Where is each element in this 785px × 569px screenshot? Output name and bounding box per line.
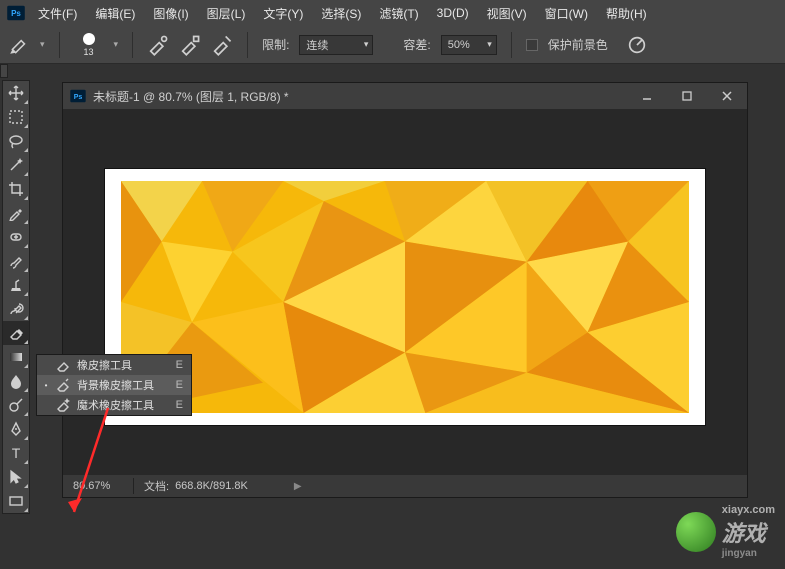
eraser-tool[interactable] <box>3 321 29 345</box>
menu-layer[interactable]: 图层(L) <box>199 2 254 25</box>
menu-file[interactable]: 文件(F) <box>30 2 85 25</box>
status-flyout-arrow-icon[interactable]: ▶ <box>294 481 302 492</box>
svg-text:T: T <box>12 445 21 461</box>
document-window: Ps 未标题-1 @ 80.7% (图层 1, RGB/8) * <box>62 82 748 498</box>
type-tool[interactable]: T <box>3 441 29 465</box>
marquee-tool[interactable] <box>3 105 29 129</box>
flyout-item-background-eraser[interactable]: • 背景橡皮擦工具 E <box>37 375 191 395</box>
menu-window[interactable]: 窗口(W) <box>537 2 596 25</box>
panel-dock-strip[interactable] <box>0 64 8 78</box>
blur-tool[interactable] <box>3 369 29 393</box>
gradient-tool[interactable] <box>3 345 29 369</box>
status-doc-label: 文档: <box>144 478 169 494</box>
pen-tool[interactable] <box>3 417 29 441</box>
move-tool[interactable] <box>3 81 29 105</box>
flyout-label: 背景橡皮擦工具 <box>77 377 170 393</box>
watermark: xiayx.com 游戏 jingyan <box>676 504 775 559</box>
background-eraser-icon <box>55 377 71 393</box>
svg-text:Ps: Ps <box>11 9 21 18</box>
options-bar: ▾ 13 ▾ 限制: 连续 容差: 50% 保护前景色 <box>0 26 785 64</box>
flyout-label: 魔术橡皮擦工具 <box>77 397 170 413</box>
flyout-active-dot: • <box>43 381 49 390</box>
artwork-image <box>121 181 689 413</box>
limit-dropdown[interactable]: 连续 <box>299 35 373 55</box>
flyout-label: 橡皮擦工具 <box>77 357 170 373</box>
brush-tool[interactable] <box>3 249 29 273</box>
status-zoom[interactable]: 80.67% <box>63 480 133 492</box>
flyout-shortcut: E <box>176 399 183 411</box>
menu-image[interactable]: 图像(I) <box>145 2 196 25</box>
current-tool-icon[interactable] <box>8 34 30 56</box>
svg-text:Ps: Ps <box>74 94 83 101</box>
document-title: 未标题-1 @ 80.7% (图层 1, RGB/8) * <box>93 88 627 105</box>
lasso-tool[interactable] <box>3 129 29 153</box>
flyout-shortcut: E <box>176 359 183 371</box>
sampling-once-icon[interactable] <box>179 34 201 56</box>
watermark-ball-icon <box>676 512 716 552</box>
brush-preset-picker[interactable]: 13 <box>74 30 104 60</box>
window-close-button[interactable] <box>707 83 747 109</box>
clone-stamp-tool[interactable] <box>3 273 29 297</box>
limit-label: 限制: <box>262 36 289 53</box>
path-selection-tool[interactable] <box>3 465 29 489</box>
flyout-item-eraser[interactable]: 橡皮擦工具 E <box>37 355 191 375</box>
window-minimize-button[interactable] <box>627 83 667 109</box>
menu-help[interactable]: 帮助(H) <box>598 2 655 25</box>
rectangle-tool[interactable] <box>3 489 29 513</box>
dodge-tool[interactable] <box>3 393 29 417</box>
history-brush-tool[interactable] <box>3 297 29 321</box>
tolerance-input[interactable]: 50% <box>441 35 497 55</box>
brush-size-value: 13 <box>84 47 94 57</box>
tools-panel: T <box>2 80 30 514</box>
healing-brush-tool[interactable] <box>3 225 29 249</box>
document-status-bar: 80.67% 文档: 668.8K/891.8K ▶ <box>63 475 747 497</box>
sampling-continuous-icon[interactable] <box>147 34 169 56</box>
tolerance-label: 容差: <box>403 36 430 53</box>
status-doc-value: 668.8K/891.8K <box>175 480 248 492</box>
artboard <box>105 169 705 425</box>
eraser-icon <box>55 357 71 373</box>
flyout-item-magic-eraser[interactable]: 魔术橡皮擦工具 E <box>37 395 191 415</box>
protect-foreground-label: 保护前景色 <box>548 36 608 53</box>
protect-foreground-checkbox[interactable] <box>526 39 538 51</box>
flyout-shortcut: E <box>176 379 183 391</box>
menu-type[interactable]: 文字(Y) <box>255 2 311 25</box>
menu-edit[interactable]: 编辑(E) <box>87 2 143 25</box>
window-maximize-button[interactable] <box>667 83 707 109</box>
pressure-icon[interactable] <box>626 34 648 56</box>
dropdown-arrow-icon[interactable]: ▾ <box>40 39 45 50</box>
menu-3d[interactable]: 3D(D) <box>429 3 477 23</box>
crop-tool[interactable] <box>3 177 29 201</box>
magic-wand-tool[interactable] <box>3 153 29 177</box>
document-titlebar[interactable]: Ps 未标题-1 @ 80.7% (图层 1, RGB/8) * <box>63 83 747 109</box>
eraser-tool-flyout: 橡皮擦工具 E • 背景橡皮擦工具 E 魔术橡皮擦工具 E <box>36 354 192 416</box>
magic-eraser-icon <box>55 397 71 413</box>
dropdown-arrow-icon[interactable]: ▾ <box>114 39 119 50</box>
sampling-swatch-icon[interactable] <box>211 34 233 56</box>
menu-view[interactable]: 视图(V) <box>479 2 535 25</box>
app-logo-icon: Ps <box>4 4 28 22</box>
eyedropper-tool[interactable] <box>3 201 29 225</box>
menu-select[interactable]: 选择(S) <box>313 2 369 25</box>
menu-filter[interactable]: 滤镜(T) <box>371 2 426 25</box>
menu-bar: Ps 文件(F) 编辑(E) 图像(I) 图层(L) 文字(Y) 选择(S) 滤… <box>0 0 785 26</box>
document-ps-icon: Ps <box>69 89 87 103</box>
